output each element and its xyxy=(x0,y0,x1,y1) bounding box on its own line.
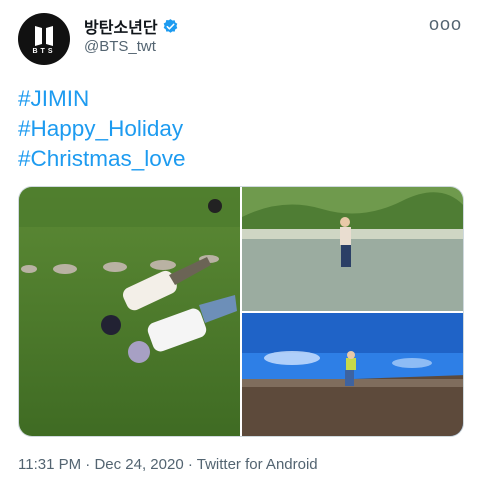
verified-badge-icon xyxy=(163,18,177,33)
photo-sitting-on-roof[interactable] xyxy=(242,313,463,436)
tweet: BTS 방탄소년단 @BTS_twt ooo #JIMIN #Happy_Hol… xyxy=(0,0,480,489)
photo-lying-on-grass[interactable] xyxy=(19,187,240,436)
tweet-date[interactable]: Dec 24, 2020 xyxy=(94,456,183,473)
tweet-time[interactable]: 11:31 PM xyxy=(18,456,81,473)
media-grid xyxy=(18,186,464,437)
tweet-meta: 11:31 PM · Dec 24, 2020 · Twitter for An… xyxy=(18,456,318,473)
bts-logo-icon xyxy=(35,25,53,46)
handle[interactable]: @BTS_twt xyxy=(84,38,156,55)
avatar[interactable]: BTS xyxy=(18,13,70,65)
name-row: 방탄소년단 xyxy=(84,14,179,38)
tweet-text: #JIMIN #Happy_Holiday #Christmas_love xyxy=(18,84,186,174)
hashtag-jimin[interactable]: #JIMIN xyxy=(18,84,186,114)
photo-standing-in-river[interactable] xyxy=(242,187,463,311)
meta-separator: · xyxy=(187,456,193,473)
hashtag-happy-holiday[interactable]: #Happy_Holiday xyxy=(18,114,186,144)
hashtag-christmas-love[interactable]: #Christmas_love xyxy=(18,144,186,174)
meta-separator: · xyxy=(85,456,91,473)
more-options-icon[interactable]: ooo xyxy=(429,14,462,35)
tweet-client[interactable]: Twitter for Android xyxy=(197,456,318,473)
display-name[interactable]: 방탄소년단 xyxy=(84,14,158,38)
avatar-text: BTS xyxy=(32,47,56,55)
